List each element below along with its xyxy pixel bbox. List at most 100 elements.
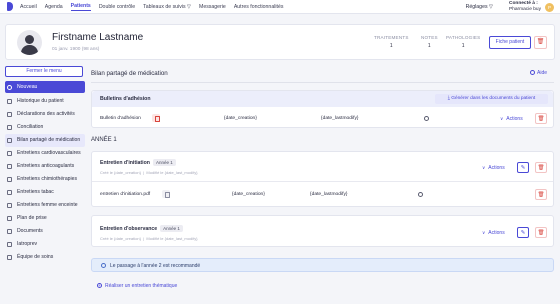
shield-icon	[7, 242, 12, 247]
top-nav: Accueil Agenda Patients Double contrôle …	[0, 0, 560, 14]
sidebar-item-anticoagulants[interactable]: Entretiens anticoagulants	[5, 160, 85, 173]
file-icon[interactable]	[162, 190, 170, 198]
observance-actions-menu[interactable]: ∨ Actions	[482, 230, 505, 236]
cigarette-icon	[7, 190, 12, 195]
chevron-down-icon: ▽	[489, 4, 493, 10]
patient-dob: 01 janv. 1900 (98 ans)	[52, 47, 100, 52]
sidebar-item-historique[interactable]: Historique du patient	[5, 95, 85, 108]
stat-notes: NOTES 1	[421, 35, 438, 49]
adhesion-delete-button[interactable]: 🗑	[535, 113, 547, 124]
generate-documents-button[interactable]: ⤓ Générer dans les documents du patient	[435, 94, 548, 104]
sidebar-item-nouveau[interactable]: Nouveau	[5, 81, 85, 93]
pdf-file-icon[interactable]	[152, 114, 160, 122]
trash-icon: 🗑	[536, 39, 545, 45]
initiation-file-name: entretien d'initiation.pdf	[100, 192, 151, 197]
trash-icon: 🗑	[537, 230, 545, 236]
adhesion-date-lastmodify: {date_lastmodify}	[321, 116, 359, 121]
sidebar-item-documents[interactable]: Documents	[5, 225, 85, 238]
sidebar-item-bilan-partage[interactable]: Bilan partagé de médication	[5, 134, 85, 147]
sidebar-item-tabac[interactable]: Entretiens tabac	[5, 186, 85, 199]
sidebar: Fermer le menu Nouveau Historique du pat…	[5, 66, 85, 264]
initiation-date-creation: {date_creation}	[232, 192, 265, 197]
plus-circle-icon: +	[97, 283, 102, 288]
sidebar-item-chimiotherapies[interactable]: Entretiens chimiothérapies	[5, 173, 85, 186]
sidebar-item-equipe-de-soins[interactable]: Équipe de soins	[5, 251, 85, 264]
adhesion-card-title: Bulletins d'adhésion	[100, 96, 151, 102]
calendar-icon	[7, 216, 12, 221]
observance-edit-button[interactable]: ✎	[517, 227, 529, 238]
initiation-file-delete-button[interactable]: 🗑	[535, 189, 547, 200]
nav-accueil[interactable]: Accueil	[20, 4, 37, 10]
pill-icon	[7, 138, 12, 143]
initiation-date-lastmodify: {date_lastmodify}	[310, 192, 348, 197]
observance-card: Entretien d'observance Année 1 Créé le {d…	[91, 215, 554, 247]
initiation-title: Entretien d'initiation Année 1	[100, 159, 176, 166]
chevron-down-icon: ∨	[500, 116, 504, 121]
initiation-delete-button[interactable]: 🗑	[535, 162, 547, 173]
team-icon	[7, 255, 12, 260]
patient-avatar	[17, 30, 42, 55]
stat-traitements: TRAITEMENTS 1	[374, 35, 409, 49]
heart-icon	[7, 151, 12, 156]
pencil-icon: ✎	[520, 230, 526, 236]
trash-icon: 🗑	[537, 192, 545, 198]
observance-delete-button[interactable]: 🗑	[535, 227, 547, 238]
year-transition-notice: Le passage à l'année 2 est recommandé	[91, 258, 554, 272]
clipboard-icon	[7, 112, 12, 117]
adhesion-row-label: Bulletin d'adhésion	[100, 116, 141, 121]
pregnant-icon	[7, 203, 12, 208]
initiation-meta: Créé le {date_creation} | Modifié le {da…	[100, 170, 198, 175]
year-badge: Année 1	[160, 225, 183, 232]
adhesion-actions-menu[interactable]: ∨ Actions	[500, 116, 523, 122]
initiation-actions-menu[interactable]: ∨ Actions	[482, 165, 505, 171]
plus-circle-icon	[7, 85, 12, 90]
folder-icon	[7, 229, 12, 234]
add-thematic-interview-link[interactable]: + Réaliser un entretien thématique	[97, 283, 177, 289]
nav-patients[interactable]: Patients	[70, 3, 91, 11]
user-avatar[interactable]: P	[545, 2, 554, 12]
sidebar-item-cardiovasculaires[interactable]: Entretiens cardiovasculaires	[5, 147, 85, 160]
drop-icon	[7, 164, 12, 169]
year-label: ANNÉE 1	[91, 137, 117, 143]
divider	[91, 82, 554, 83]
sidebar-item-femme-enceinte[interactable]: Entretiens femme enceinte	[5, 199, 85, 212]
stat-pathologies: PATHOLOGIES 1	[446, 35, 481, 49]
info-icon	[101, 263, 106, 268]
document-icon	[7, 125, 12, 130]
adhesion-date-creation: {date_creation}	[224, 116, 257, 121]
flask-icon	[7, 177, 12, 182]
page-title: Bilan partagé de médication	[91, 70, 168, 77]
initiation-edit-button[interactable]: ✎	[517, 162, 529, 173]
observance-title: Entretien d'observance Année 1	[100, 225, 183, 232]
sidebar-item-conciliation[interactable]: Conciliation	[5, 121, 85, 134]
sidebar-item-declarations[interactable]: Déclarations des activités	[5, 108, 85, 121]
connected-info: Connecté à : Pharmacie buy	[509, 1, 541, 12]
sidebar-item-plan-de-prise[interactable]: Plan de prise	[5, 212, 85, 225]
initiation-card: Entretien d'initiation Année 1 Créé le {d…	[91, 151, 554, 207]
observance-meta: Créé le {date_creation} | Modifié le {da…	[100, 236, 198, 241]
trash-icon: 🗑	[537, 165, 545, 171]
history-icon	[7, 99, 12, 104]
trash-icon: 🗑	[537, 116, 545, 122]
close-menu-button[interactable]: Fermer le menu	[5, 66, 83, 77]
chevron-down-icon: ▽	[187, 3, 191, 10]
delete-patient-button[interactable]: 🗑	[534, 36, 547, 49]
year-badge: Année 1	[152, 159, 176, 166]
nav-agenda[interactable]: Agenda	[45, 4, 63, 10]
info-icon[interactable]	[424, 116, 429, 121]
nav-messagerie[interactable]: Messagerie	[199, 4, 226, 10]
nav-tableaux-de-suivis[interactable]: Tableaux de suivis ▽	[143, 4, 191, 10]
nav-autres-fonctionnalites[interactable]: Autres fonctionnalités	[234, 4, 284, 10]
nav-double-controle[interactable]: Double contrôle	[99, 4, 135, 10]
sidebar-item-iatroprev[interactable]: Iatroprev	[5, 238, 85, 251]
pencil-icon: ✎	[520, 165, 526, 171]
patient-name: Firstname Lastname	[52, 32, 144, 43]
logo-icon[interactable]	[7, 2, 13, 11]
chevron-down-icon: ∨	[482, 230, 486, 235]
help-link[interactable]: Aide	[530, 70, 547, 76]
info-icon[interactable]	[418, 192, 423, 197]
patient-file-button[interactable]: Fiche patient	[489, 36, 531, 49]
chevron-down-icon: ∨	[482, 165, 486, 170]
settings-menu[interactable]: Réglages ▽	[466, 4, 493, 10]
patient-header: Firstname Lastname 01 janv. 1900 (98 ans…	[5, 24, 555, 60]
